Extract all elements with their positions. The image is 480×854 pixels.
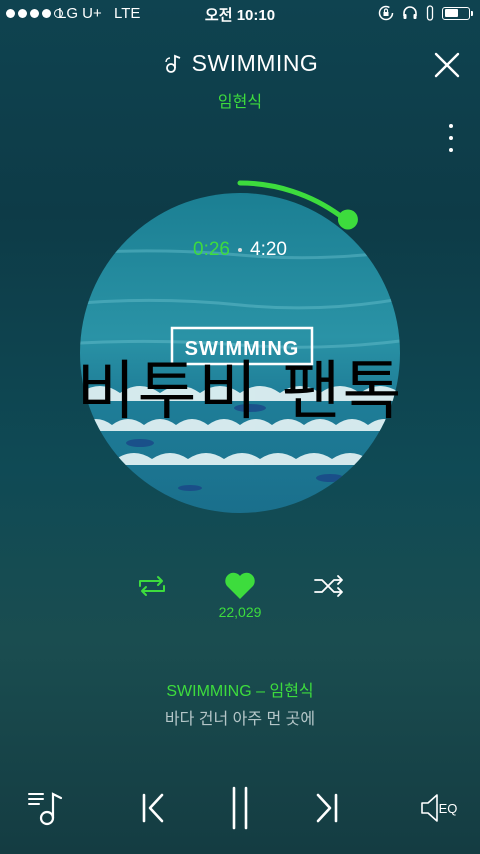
- heart-icon: [225, 572, 255, 599]
- like-button[interactable]: [222, 568, 258, 604]
- previous-icon: [142, 793, 164, 823]
- song-title: SWIMMING: [191, 50, 319, 76]
- repeat-button[interactable]: [134, 568, 170, 604]
- rotation-lock-icon: [378, 5, 394, 21]
- overlay-watermark-text: 비투비 팬톡: [76, 355, 404, 429]
- next-icon: [316, 793, 338, 823]
- status-bar: LG U+ LTE 오전 10:10: [0, 0, 480, 28]
- headphones-icon: [403, 6, 417, 19]
- status-icons: [378, 5, 473, 21]
- music-note-icon: [164, 54, 181, 73]
- total-time: 4:20: [250, 239, 287, 260]
- speaker-icon: [420, 794, 438, 822]
- playlist-button[interactable]: [24, 785, 70, 831]
- pause-button[interactable]: [217, 785, 263, 831]
- close-icon[interactable]: [432, 50, 462, 80]
- playback-time: 0:26 4:20: [0, 239, 480, 261]
- pause-icon: [232, 786, 248, 830]
- next-button[interactable]: [304, 785, 350, 831]
- shuffle-button[interactable]: [312, 568, 348, 604]
- battery-icon: [442, 6, 473, 20]
- lyrics-song-info[interactable]: SWIMMING – 임현식: [0, 677, 480, 701]
- time-separator: [238, 248, 242, 252]
- playlist-icon: [28, 792, 63, 826]
- eq-label: EQ: [438, 800, 458, 816]
- lyrics-current-line[interactable]: 바다 건너 아주 먼 곳에: [0, 705, 480, 729]
- equalizer-button[interactable]: EQ: [412, 785, 464, 831]
- shuffle-icon: [314, 575, 343, 597]
- more-vertical-icon[interactable]: [446, 124, 456, 152]
- previous-button[interactable]: [130, 785, 176, 831]
- artist-name[interactable]: 임현식: [0, 88, 480, 112]
- elapsed-time: 0:26: [193, 239, 230, 260]
- song-title-row: SWIMMING: [0, 50, 480, 77]
- repeat-icon: [139, 576, 165, 596]
- progress-knob[interactable]: [337, 209, 358, 230]
- bluetooth-headset-icon: [426, 5, 434, 21]
- like-count: 22,029: [218, 604, 262, 620]
